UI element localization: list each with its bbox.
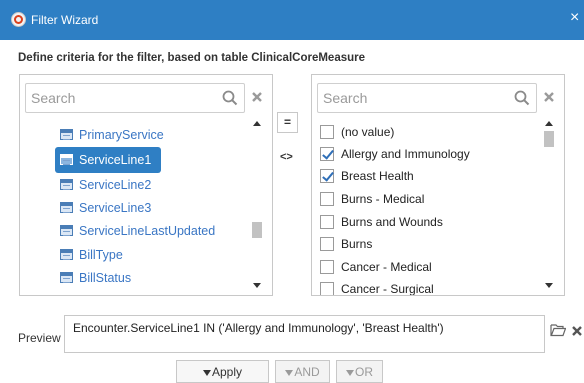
fields-search-input[interactable] (26, 84, 214, 112)
values-search-box (317, 83, 537, 113)
list-item[interactable]: BillType (60, 243, 123, 267)
dialog-subtitle: Define criteria for the filter, based on… (18, 52, 366, 64)
table-field-icon (60, 225, 73, 236)
table-field-icon (60, 202, 73, 213)
preview-expression-field[interactable]: Encounter.ServiceLine1 IN ('Allergy and … (64, 315, 545, 353)
folder-open-icon[interactable] (550, 323, 566, 337)
preview-label: Preview (18, 331, 61, 345)
value-checkbox-item[interactable]: (no value) (320, 121, 394, 143)
and-button[interactable]: AND (275, 360, 330, 383)
scroll-down-arrow[interactable] (253, 283, 261, 288)
close-icon[interactable]: × (570, 8, 584, 28)
table-field-icon (60, 179, 73, 190)
list-item[interactable]: ServiceLineLastUpdated (60, 219, 215, 243)
list-item[interactable]: PrimaryService (60, 123, 164, 147)
or-button[interactable]: OR (336, 360, 383, 383)
checkbox[interactable] (320, 237, 334, 251)
value-checkbox-item[interactable]: Breast Health (320, 165, 414, 187)
list-item[interactable]: ServiceLine3 (60, 196, 151, 220)
filter-icon (202, 370, 211, 376)
clear-search-icon[interactable] (543, 91, 555, 103)
list-item-selected[interactable]: ServiceLine1 (55, 147, 162, 173)
operator-equals-button[interactable]: = (277, 112, 298, 133)
table-field-icon (60, 154, 73, 165)
table-field-icon (60, 249, 73, 260)
table-field-icon (60, 129, 73, 140)
apply-button[interactable]: Apply (176, 360, 269, 383)
operator-not-equal-toggle[interactable]: <> (280, 151, 293, 163)
values-list: (no value) Allergy and Immunology Breast… (312, 119, 544, 295)
checkbox-checked[interactable] (320, 147, 334, 161)
search-icon[interactable] (514, 90, 530, 106)
clear-search-icon[interactable] (251, 91, 263, 103)
checkbox[interactable] (320, 125, 334, 139)
value-checkbox-item[interactable]: Burns - Medical (320, 188, 424, 210)
value-checkbox-item[interactable]: Cancer - Medical (320, 256, 432, 278)
checkbox[interactable] (320, 282, 334, 295)
scrollbar-thumb[interactable] (544, 131, 554, 147)
values-search-input[interactable] (318, 84, 506, 112)
value-checkbox-item[interactable]: Burns and Wounds (320, 211, 443, 233)
filter-icon (346, 370, 354, 376)
checkbox[interactable] (320, 260, 334, 274)
scroll-up-arrow[interactable] (545, 121, 553, 126)
app-logo-icon (11, 12, 26, 27)
window-title: Filter Wizard (31, 13, 99, 27)
clear-preview-icon[interactable] (571, 325, 583, 337)
list-item[interactable]: BillStatus (60, 266, 131, 290)
fields-search-box (25, 83, 245, 113)
list-item[interactable]: ServiceLine2 (60, 173, 151, 197)
title-bar: Filter Wizard × (0, 0, 584, 40)
fields-panel: PrimaryService ServiceLine1 ServiceLine2… (19, 74, 273, 296)
table-field-icon (60, 272, 73, 283)
value-checkbox-item[interactable]: Burns (320, 233, 372, 255)
search-icon[interactable] (222, 90, 238, 106)
filter-icon (285, 370, 294, 376)
scroll-down-arrow[interactable] (545, 283, 553, 288)
fields-list: PrimaryService ServiceLine1 ServiceLine2… (20, 119, 252, 295)
checkbox[interactable] (320, 192, 334, 206)
scrollbar-thumb[interactable] (252, 222, 262, 238)
value-checkbox-item[interactable]: Allergy and Immunology (320, 143, 470, 165)
value-checkbox-item[interactable]: Cancer - Surgical (320, 278, 434, 295)
checkbox-checked[interactable] (320, 169, 334, 183)
values-panel: (no value) Allergy and Immunology Breast… (311, 74, 565, 296)
checkbox[interactable] (320, 215, 334, 229)
scroll-up-arrow[interactable] (253, 121, 261, 126)
